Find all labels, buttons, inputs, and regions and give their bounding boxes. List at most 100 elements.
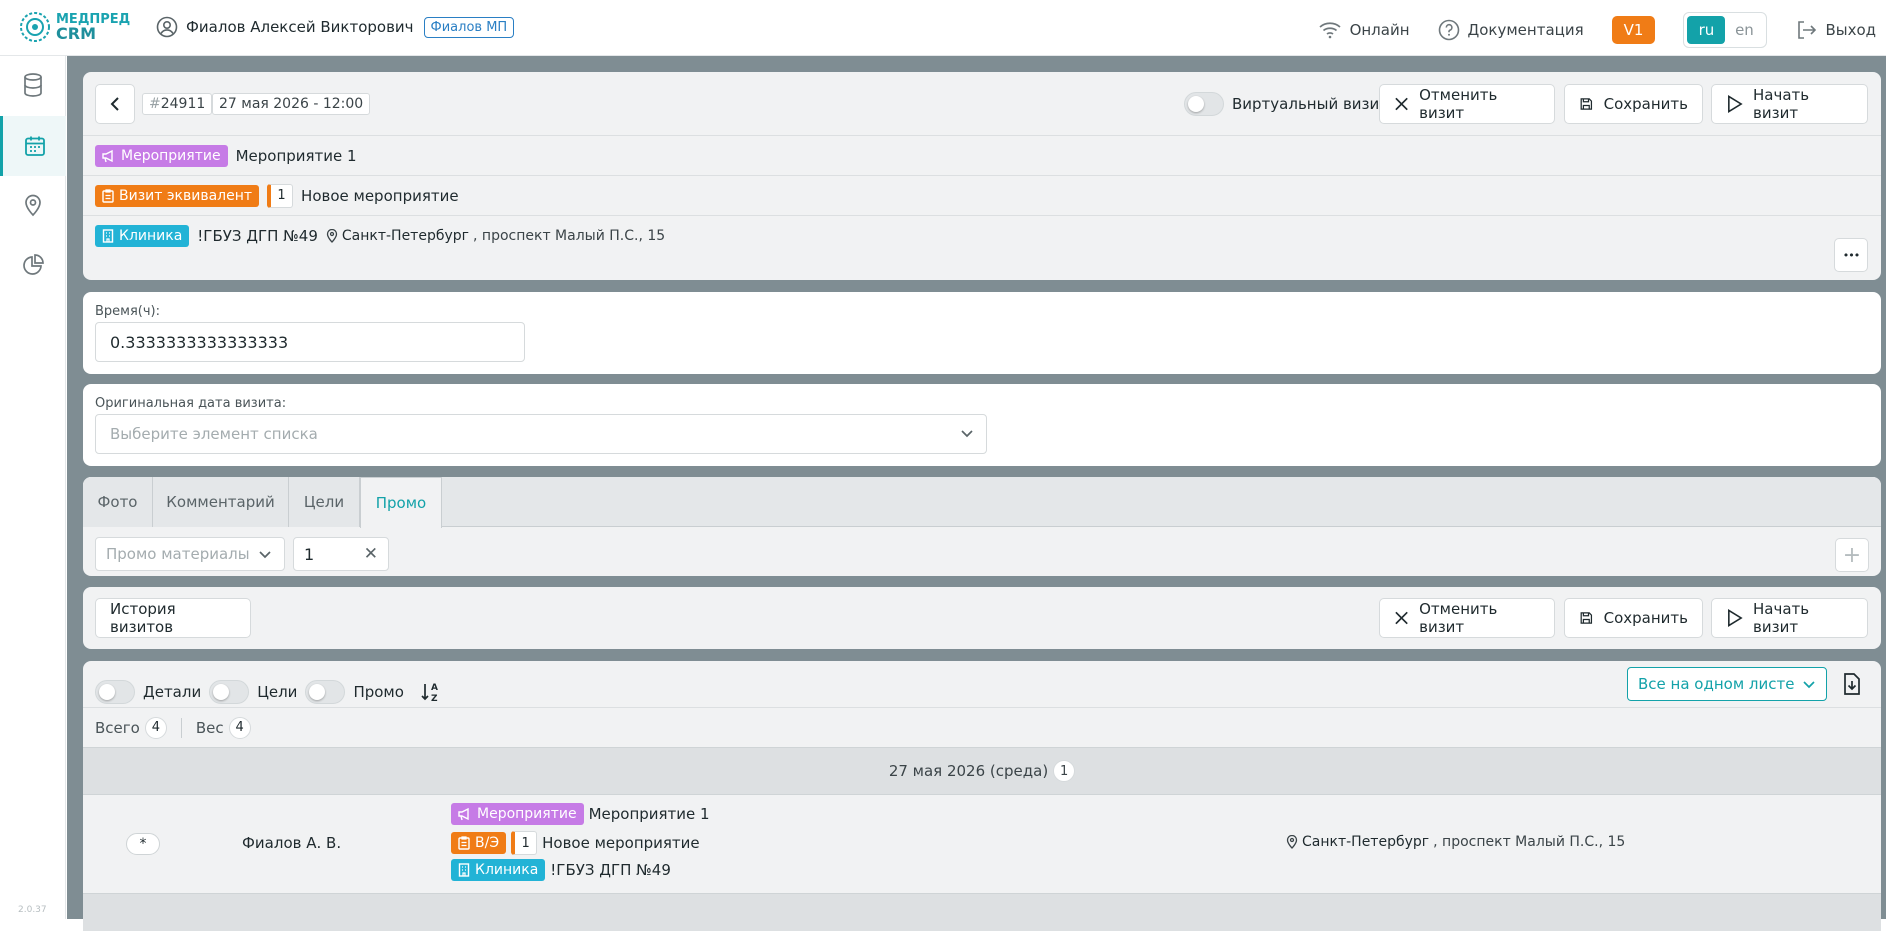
lang-ru-button[interactable]: ru xyxy=(1687,16,1726,44)
time-panel: Время(ч): 0.3333333333333333 xyxy=(83,292,1881,374)
clinic-chip: Клиника xyxy=(95,224,190,247)
building-icon xyxy=(458,863,470,877)
row-event: Мероприятие Мероприятие 1 xyxy=(451,803,710,825)
top-bar: МЕДПРЕД CRM Фиалов Алексей Викторович Фи… xyxy=(0,0,1886,56)
virtual-visit-label: Виртуальный визит xyxy=(1232,95,1389,113)
row-address: Санкт-Петербург, проспект Малый П.С., 15 xyxy=(1286,834,1625,850)
visit-id: #24911 xyxy=(142,93,213,115)
more-options-button[interactable]: ••• xyxy=(1834,238,1868,272)
promo-toggle[interactable] xyxy=(305,680,346,704)
visit-id-value: 24911 xyxy=(160,96,206,112)
sidebar-item-database[interactable] xyxy=(0,56,66,114)
row-clinic-chip: Клиника xyxy=(451,859,546,881)
user-icon xyxy=(156,16,178,38)
logo-icon xyxy=(20,12,50,42)
equivalent-name[interactable]: Новое мероприятие xyxy=(301,187,459,205)
location-pin-icon xyxy=(1286,835,1298,849)
virtual-visit-toggle[interactable] xyxy=(1184,92,1224,116)
cancel-visit-button[interactable]: Отменить визит xyxy=(1379,84,1555,124)
language-switch: ru en xyxy=(1683,12,1768,48)
online-label: Онлайн xyxy=(1349,21,1410,39)
start-visit-button-bottom[interactable]: Начать визит xyxy=(1711,598,1868,638)
clinic-name[interactable]: !ГБУЗ ДГП №49 xyxy=(197,227,318,245)
view-mode-select[interactable]: Все на одном листе xyxy=(1627,667,1827,701)
help-icon xyxy=(1438,19,1459,41)
back-button[interactable] xyxy=(95,84,135,124)
event-name[interactable]: Мероприятие 1 xyxy=(236,147,357,165)
date-group-header[interactable]: 27 мая 2026 (среда) 1 xyxy=(83,747,1881,795)
documentation-link[interactable]: Документация xyxy=(1438,19,1584,41)
sidebar-item-calendar[interactable] xyxy=(0,116,66,176)
user-name: Фиалов Алексей Викторович xyxy=(186,18,414,36)
tab-goals[interactable]: Цели xyxy=(289,477,360,527)
original-date-select[interactable]: Выберите элемент списка xyxy=(95,414,987,454)
pie-chart-icon xyxy=(23,254,44,275)
svg-text:A: A xyxy=(431,683,438,693)
logout-button[interactable]: Выход xyxy=(1795,19,1876,41)
promo-quantity-input[interactable]: 1 ✕ xyxy=(293,537,389,571)
row-ve-chip-label: В/Э xyxy=(475,835,500,851)
start-visit-button[interactable]: Начать визит xyxy=(1711,84,1868,124)
sort-az-icon[interactable]: A Z xyxy=(420,681,442,703)
user-info[interactable]: Фиалов Алексей Викторович Фиалов МП xyxy=(156,16,515,38)
equivalent-number: 1 xyxy=(267,183,294,208)
promo-materials-select[interactable]: Промо материалы xyxy=(95,537,285,571)
location-pin-icon xyxy=(25,194,41,217)
row-event-chip: Мероприятие xyxy=(451,803,584,825)
svg-text:Z: Z xyxy=(431,694,438,703)
export-button[interactable] xyxy=(1835,667,1869,701)
next-date-group-header[interactable] xyxy=(83,893,1881,931)
megaphone-icon xyxy=(458,807,469,821)
sidebar-item-map[interactable] xyxy=(0,176,66,234)
sidebar: 2.0.37 xyxy=(0,56,66,919)
lang-en-button[interactable]: en xyxy=(1725,16,1763,44)
view-mode-value: Все на одном листе xyxy=(1638,675,1795,693)
save-button[interactable]: Сохранить xyxy=(1564,84,1703,124)
row-ve-chip: В/Э xyxy=(451,832,507,854)
documentation-label: Документация xyxy=(1467,21,1584,39)
wifi-icon xyxy=(1318,22,1341,39)
version-badge[interactable]: V1 xyxy=(1611,16,1656,44)
cancel-visit-button-bottom[interactable]: Отменить визит xyxy=(1379,598,1555,638)
top-right-controls: Онлайн Документация V1 ru en Выход xyxy=(1290,12,1876,48)
row-ve-number: 1 xyxy=(511,831,538,855)
totals-divider xyxy=(180,717,182,738)
user-role-badge[interactable]: Фиалов МП xyxy=(423,16,515,38)
calendar-icon xyxy=(24,136,45,156)
total-count: 4 xyxy=(144,716,167,739)
add-promo-button[interactable]: + xyxy=(1835,538,1869,572)
clear-icon[interactable]: ✕ xyxy=(364,544,378,564)
time-input[interactable]: 0.3333333333333333 xyxy=(95,322,525,362)
details-toggle[interactable] xyxy=(95,680,135,704)
clinic-chip-label: Клиника xyxy=(119,227,183,244)
online-status[interactable]: Онлайн xyxy=(1318,21,1410,39)
date-group-count: 1 xyxy=(1053,760,1076,782)
start-visit-label: Начать визит xyxy=(1753,86,1810,122)
row-marker[interactable]: * xyxy=(126,833,160,855)
time-value: 0.3333333333333333 xyxy=(110,332,289,352)
visit-list-row[interactable]: * Фиалов А. В. Мероприятие Мероприятие 1… xyxy=(83,795,1881,893)
logo-line2: CRM xyxy=(56,24,96,43)
tab-photo[interactable]: Фото xyxy=(83,477,153,527)
totals-row: Всего 4 Вес 4 xyxy=(83,707,1881,747)
tab-promo[interactable]: Промо xyxy=(360,477,442,528)
visit-history-button[interactable]: История визитов xyxy=(95,598,251,638)
logo[interactable]: МЕДПРЕД CRM xyxy=(18,10,130,44)
clinic-city: Санкт-Петербург xyxy=(341,227,470,244)
sidebar-item-reports[interactable] xyxy=(0,236,66,294)
close-icon xyxy=(1395,97,1408,111)
virtual-visit-toggle-group: Виртуальный визит xyxy=(1184,92,1388,116)
event-chip: Мероприятие xyxy=(95,144,228,167)
download-file-icon xyxy=(1844,673,1860,695)
original-date-label: Оригинальная дата визита: xyxy=(95,396,287,411)
original-date-panel: Оригинальная дата визита: Выберите элеме… xyxy=(83,384,1881,466)
row-event-name: Мероприятие 1 xyxy=(588,805,710,823)
tab-comment[interactable]: Комментарий xyxy=(153,477,289,527)
clinic-row: Клиника !ГБУЗ ДГП №49 Санкт-Петербург, п… xyxy=(83,215,1881,255)
event-row: Мероприятие Мероприятие 1 xyxy=(83,135,1881,175)
promo-toggle-label: Промо xyxy=(353,683,404,701)
play-icon xyxy=(1728,609,1743,627)
goals-toggle[interactable] xyxy=(209,680,250,704)
save-button-bottom[interactable]: Сохранить xyxy=(1564,598,1703,638)
clinic-address: Санкт-Петербург, проспект Малый П.С., 15 xyxy=(326,228,665,244)
